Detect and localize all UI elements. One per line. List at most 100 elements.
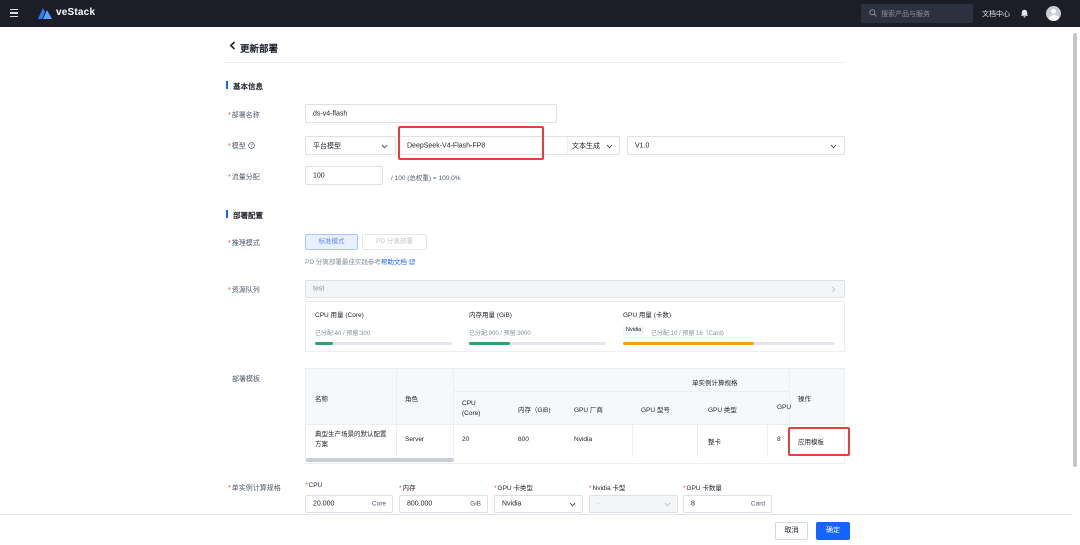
svg-text:?: ?: [250, 143, 253, 148]
row-gpu-type: 整卡: [708, 439, 721, 446]
gpu-usage-title: GPU 用量 (卡数): [623, 312, 672, 319]
instance-spec-label: *单实例计算规格: [228, 485, 281, 492]
row-gpu-vendor: Nvidia: [574, 436, 593, 443]
page-scrollbar[interactable]: [1072, 27, 1078, 545]
memory-usage-title: 内存用量 (GiB): [469, 312, 512, 319]
highlight-box-model: [398, 126, 544, 160]
mode-pd-button[interactable]: PD 分离部署: [362, 234, 427, 250]
gpu-usage-stat: 已分配:10 / 预留 16（Card): [651, 331, 724, 337]
section-marker: [226, 210, 228, 218]
column-divider: [632, 424, 633, 457]
row-cpu: 20: [462, 436, 470, 443]
doc-center-link[interactable]: 文档中心: [982, 9, 1010, 19]
gpu-count-unit: Card: [750, 500, 765, 508]
inference-mode-label: *推理模式: [228, 240, 260, 247]
gpu-count-input[interactable]: 8 Card: [683, 495, 772, 513]
resource-usage-panel: CPU 用量 (Core) 已分配:40 / 预留:300 内存用量 (GiB)…: [305, 301, 845, 352]
menu-icon[interactable]: [10, 9, 18, 17]
cpu-spec-value: 20.000: [313, 500, 335, 508]
help-circle-icon[interactable]: ?: [247, 142, 255, 149]
brand-name[interactable]: veStack: [56, 7, 95, 18]
resource-queue-label: *资源队列: [228, 287, 260, 294]
cancel-button[interactable]: 取消: [775, 522, 808, 540]
gpu-card-type-value: Nvidia: [502, 500, 522, 508]
chevron-down-icon: [830, 144, 837, 149]
deploy-name-label: *部署名称: [228, 112, 260, 119]
column-header-memory: 内存（GiB): [518, 407, 551, 414]
gpu-usage-bar: [623, 342, 835, 345]
nvidia-card-model-label: *Nvidia 卡型: [589, 485, 626, 492]
header-divider: [224, 62, 846, 63]
chevron-down-icon: [569, 502, 576, 507]
page-title: 更新部署: [240, 44, 279, 55]
model-task-value: 文本生成: [572, 142, 600, 150]
memory-spec-value: 800.000: [407, 500, 433, 508]
model-source-value: 平台模型: [313, 142, 341, 150]
traffic-label: *流量分配: [228, 174, 260, 181]
memory-spec-label: *内存: [399, 485, 416, 492]
row-name: 典型生产场景的默认配置方案: [315, 431, 387, 448]
column-header-role: 角色: [405, 396, 418, 403]
resource-queue-value: test: [313, 285, 325, 293]
gpu-count-label: *GPU 卡数量: [683, 485, 722, 492]
cpu-unit: Core: [371, 500, 386, 508]
memory-usage-bar: [469, 342, 606, 345]
user-avatar[interactable]: [1046, 6, 1061, 21]
memory-spec-input[interactable]: 800.000 GiB: [399, 495, 488, 513]
deploy-name-value: ds-v4-flash: [313, 110, 348, 117]
cpu-spec-input[interactable]: 20.000 Core: [305, 495, 393, 513]
cpu-usage-stat: 已分配:40 / 预留:300: [315, 331, 371, 337]
memory-unit: GiB: [470, 500, 481, 508]
traffic-value: 100: [313, 172, 325, 179]
scrollbar-thumb[interactable]: [1073, 33, 1077, 467]
deploy-template-label: 部署模板: [232, 376, 260, 383]
column-header-action: 操作: [798, 396, 811, 403]
template-table: 名称 角色 单实例计算规格 CPU (Core) 内存（GiB) GPU 厂商 …: [305, 368, 845, 464]
section-title-deploy: 部署配置: [233, 211, 263, 220]
mode-standard-button[interactable]: 标准模式: [305, 234, 358, 250]
external-link-icon[interactable]: [409, 258, 415, 265]
pd-hint: PD 分离部署最佳实践参考帮助文档: [305, 256, 415, 266]
search-input[interactable]: 搜索产品与服务: [861, 4, 973, 23]
gpu-card-type-select[interactable]: Nvidia: [494, 495, 583, 513]
cpu-usage-title: CPU 用量 (Core): [315, 312, 364, 319]
cpu-usage-bar: [315, 342, 452, 345]
row-role: Server: [405, 436, 425, 443]
model-version-value: V1.0: [635, 142, 650, 149]
bell-icon[interactable]: [1020, 9, 1029, 18]
traffic-input[interactable]: 100: [305, 166, 383, 185]
column-header-gpu-count: GPU: [777, 404, 792, 411]
column-header-gpu-vendor: GPU 厂商: [574, 407, 603, 414]
header-divider: [453, 391, 789, 392]
column-header-gpu-model: GPU 型号: [641, 407, 670, 414]
traffic-hint: / 100 (总权重) = 100.0%: [391, 175, 461, 182]
section-marker: [226, 81, 228, 89]
back-arrow-icon[interactable]: [229, 41, 236, 50]
model-version-select[interactable]: V1.0: [627, 136, 845, 155]
help-doc-link[interactable]: 帮助文档: [381, 259, 407, 266]
nvidia-card-model-select[interactable]: -: [589, 495, 678, 513]
top-navigation-bar: veStack 搜索产品与服务 文档中心: [0, 0, 1080, 27]
chevron-right-icon: [831, 286, 836, 293]
model-label: *模型 ?: [228, 141, 255, 151]
column-divider: [396, 369, 397, 457]
deploy-name-input[interactable]: ds-v4-flash: [305, 104, 557, 123]
memory-usage-fill: [469, 342, 511, 345]
row-gpu-count: 8: [777, 436, 781, 443]
model-source-select[interactable]: 平台模型: [305, 136, 396, 155]
column-divider: [453, 369, 454, 457]
highlight-box-action: [788, 427, 850, 456]
cpu-usage-fill: [315, 342, 333, 345]
column-header-gpu-type: GPU 类型: [708, 407, 737, 414]
search-icon: [869, 9, 877, 17]
table-horizontal-scrollbar[interactable]: [306, 458, 454, 462]
column-divider: [697, 424, 698, 457]
column-header-name: 名称: [315, 396, 328, 403]
chevron-down-icon: [664, 502, 671, 507]
column-header-cpu: CPU (Core): [462, 400, 481, 417]
confirm-button[interactable]: 确定: [816, 522, 850, 540]
row-memory: 800: [518, 436, 529, 443]
footer-action-bar: 取消 确定: [0, 514, 1072, 545]
memory-usage-stat: 已分配:900 / 预留:3000: [469, 331, 531, 337]
resource-queue-select[interactable]: test: [305, 280, 845, 298]
